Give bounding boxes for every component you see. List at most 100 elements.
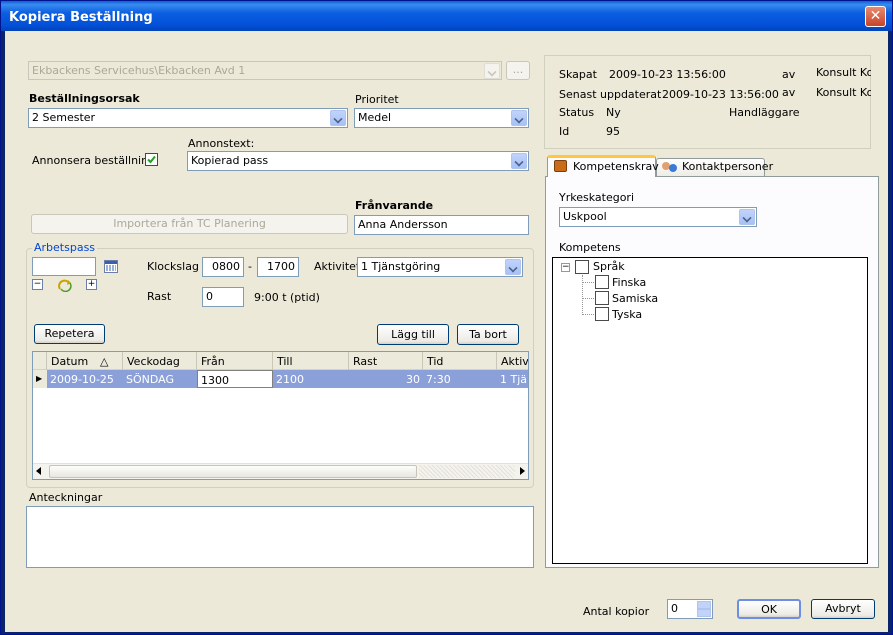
tree-item-finska[interactable]: Finska [612, 276, 646, 289]
aktivitet-combobox[interactable]: 1 Tjänstgöring [357, 257, 523, 277]
arbetspass-legend: Arbetspass [32, 241, 98, 254]
cell-rast[interactable]: 30 [349, 370, 423, 388]
tab-kontaktpersoner-label: Kontaktpersoner [682, 160, 774, 173]
col-aktivitet[interactable]: Aktivi [497, 352, 528, 370]
avbryt-button[interactable]: Avbryt [811, 599, 875, 619]
tree-item-tyska[interactable]: Tyska [612, 308, 642, 321]
col-veckodag-label: Veckodag [127, 355, 180, 368]
window-title: Kopiera Beställning [9, 10, 153, 25]
skapat-av-value: Konsult Kor [816, 66, 871, 79]
finska-checkbox[interactable] [595, 275, 609, 289]
annonstext-combobox[interactable]: Kopierad pass [187, 151, 529, 171]
uppdaterat-label: Senast uppdaterat [559, 88, 662, 101]
yrkeskategori-dropdown-arrow-icon[interactable] [739, 209, 755, 225]
handlaggare-label: Handläggare [729, 106, 800, 119]
col-tid[interactable]: Tid [423, 352, 497, 370]
collapse-glyph: − [562, 262, 570, 272]
unit-dropdown-arrow-icon[interactable] [484, 63, 500, 79]
plus-glyph: + [87, 279, 96, 289]
lagg-till-button[interactable]: Lägg till [377, 324, 449, 345]
unit-browse-button[interactable]: ... [506, 61, 530, 80]
cell-tid[interactable]: 7:30 [423, 370, 497, 388]
uppdaterat-av-value: Konsult Kor [816, 86, 871, 99]
sprak-checkbox[interactable] [575, 260, 589, 274]
antal-kopior-label: Antal kopior [583, 605, 650, 618]
cell-till[interactable]: 2100 [273, 370, 349, 388]
rast-label: Rast [147, 290, 172, 303]
klockslag-from-input[interactable]: 0800 [202, 257, 244, 277]
repetera-button[interactable]: Repetera [34, 324, 105, 344]
col-datum-label: Datum [51, 355, 89, 368]
kompetens-tree[interactable]: − Språk Finska Samiska Tyska [552, 257, 868, 564]
tree-item-samiska[interactable]: Samiska [612, 292, 658, 305]
rast-input[interactable]: 0 [202, 287, 244, 307]
cell-datum[interactable]: 2009-10-25 [47, 370, 123, 388]
klockslag-from-value: 0800 [212, 260, 240, 273]
klockslag-to-value: 1700 [267, 260, 295, 273]
orsak-value: 2 Semester [32, 111, 96, 124]
refresh-icon[interactable] [57, 279, 73, 293]
row-marker-icon: ▶ [33, 370, 47, 388]
annonsera-label: Annonsera beställning [32, 154, 156, 167]
arbetspass-grid[interactable]: Datum △ Veckodag Från Till Rast Tid Aktiv… [32, 351, 529, 480]
date-input[interactable] [32, 257, 96, 276]
tab-kontaktpersoner[interactable]: Kontaktpersoner [656, 158, 773, 177]
collapse-icon[interactable]: − [561, 263, 570, 272]
anteckningar-textarea[interactable] [26, 506, 534, 568]
ta-bort-button[interactable]: Ta bort [457, 324, 519, 345]
prioritet-dropdown-arrow-icon[interactable] [511, 110, 527, 126]
col-fran[interactable]: Från [197, 352, 273, 370]
title-bar[interactable]: Kopiera Beställning ✕ [1, 1, 892, 31]
tree-branch [582, 298, 594, 299]
table-row[interactable]: ▶ 2009-10-25 SÖNDAG 1300 2100 30 7:30 1 … [33, 370, 528, 388]
col-till[interactable]: Till [273, 352, 349, 370]
minus-glyph: − [33, 279, 42, 289]
plus-day-icon[interactable]: + [86, 279, 97, 290]
antal-kopior-spinner[interactable]: 0 [667, 599, 713, 619]
scroll-right-icon[interactable] [520, 467, 525, 475]
cell-aktivitet[interactable]: 1 Tjän [497, 370, 528, 388]
klockslag-to-input[interactable]: 1700 [257, 257, 299, 277]
tab-kompetenskrav-label: Kompetenskrav [573, 160, 659, 173]
tab-kompetenskrav[interactable]: Kompetenskrav [547, 155, 659, 177]
col-rast[interactable]: Rast [349, 352, 423, 370]
annonstext-label: Annonstext: [188, 137, 255, 150]
prioritet-combobox[interactable]: Medel [354, 108, 529, 128]
horizontal-scrollbar[interactable] [33, 463, 528, 479]
ok-button[interactable]: OK [737, 599, 801, 619]
tyska-checkbox[interactable] [595, 307, 609, 321]
scroll-track[interactable] [419, 465, 515, 478]
calendar-icon[interactable] [104, 260, 118, 273]
col-datum[interactable]: Datum △ [47, 352, 123, 370]
klockslag-label: Klockslag [147, 260, 199, 273]
col-veckodag[interactable]: Veckodag [123, 352, 197, 370]
aktivitet-dropdown-arrow-icon[interactable] [505, 259, 521, 275]
samiska-checkbox[interactable] [595, 291, 609, 305]
spin-up-icon[interactable] [697, 601, 711, 609]
annonstext-dropdown-arrow-icon[interactable] [511, 153, 527, 169]
scroll-thumb[interactable] [49, 465, 417, 478]
cell-fran-editor[interactable]: 1300 [197, 370, 273, 388]
uppdaterat-value: 2009-10-23 13:56:00 [662, 88, 779, 101]
prioritet-value: Medel [358, 111, 392, 124]
annonsera-checkbox[interactable] [145, 153, 158, 166]
import-tc-button[interactable]: Importera från TC Planering [31, 214, 348, 234]
spin-down-icon[interactable] [697, 609, 711, 617]
cell-veckodag[interactable]: SÖNDAG [123, 370, 197, 388]
franvarande-input[interactable]: Anna Andersson [354, 215, 529, 235]
yrkeskategori-combobox[interactable]: Uskpool [559, 207, 757, 227]
repetera-label: Repetera [44, 327, 95, 340]
anteckningar-label: Anteckningar [29, 491, 103, 504]
briefcase-icon [554, 160, 567, 172]
grid-corner [33, 352, 47, 370]
unit-combobox[interactable]: Ekbackens Servicehus\Ekbacken Avd 1 [28, 61, 502, 80]
people-icon [662, 161, 678, 174]
close-button[interactable]: ✕ [865, 6, 886, 27]
col-fran-label: Från [201, 355, 225, 368]
col-till-label: Till [277, 355, 293, 368]
klockslag-dash: - [248, 260, 252, 273]
minus-day-icon[interactable]: − [32, 279, 43, 290]
scroll-left-icon[interactable] [36, 467, 41, 475]
orsak-dropdown-arrow-icon[interactable] [330, 110, 346, 126]
orsak-combobox[interactable]: 2 Semester [28, 108, 348, 128]
